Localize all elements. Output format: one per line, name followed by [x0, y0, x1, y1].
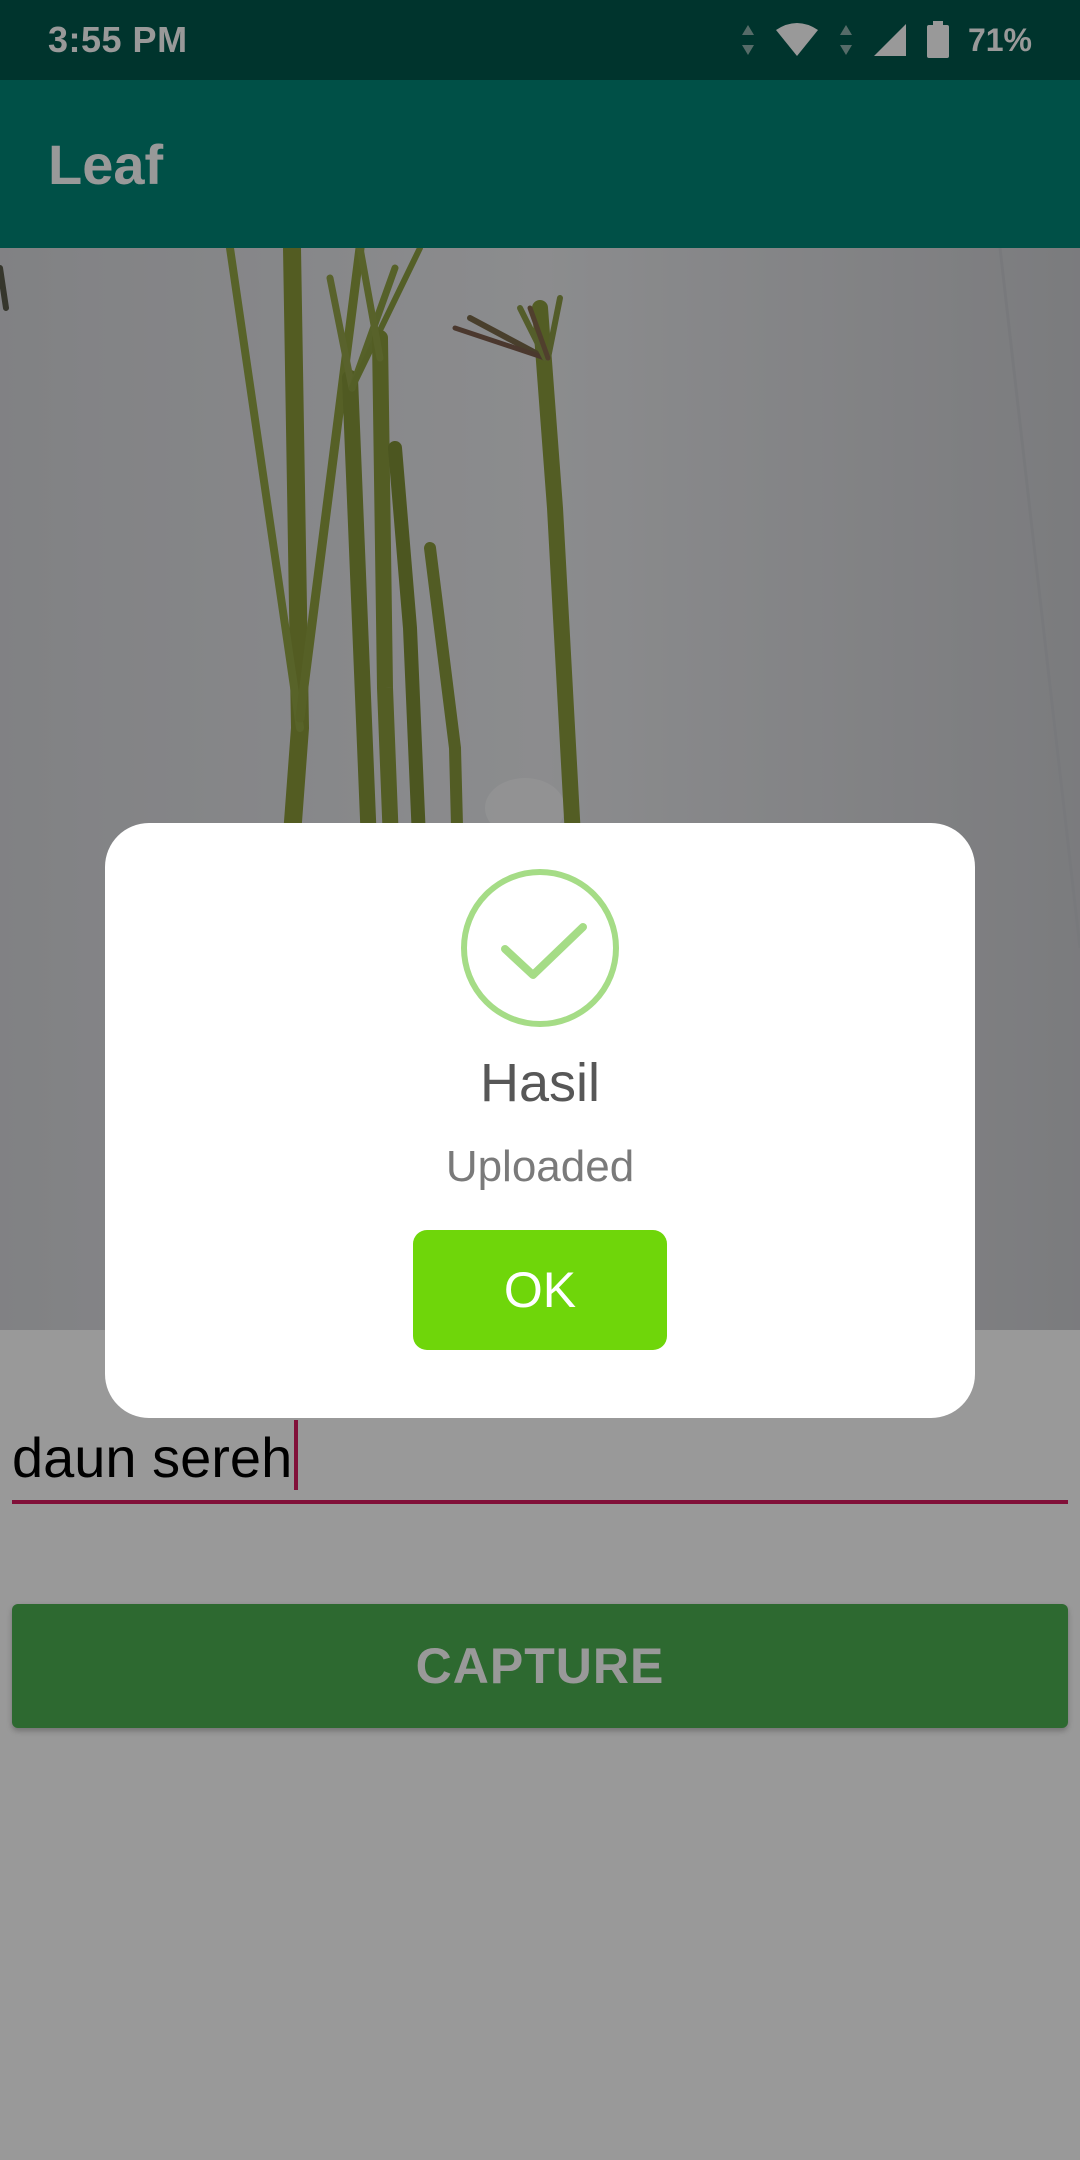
- dialog-message: Uploaded: [445, 1142, 635, 1191]
- dialog-title: Hasil: [479, 1053, 601, 1113]
- check-circle-icon: [459, 867, 621, 1034]
- result-dialog: Hasil Uploaded OK: [105, 823, 975, 1418]
- ok-button[interactable]: OK: [413, 1230, 667, 1350]
